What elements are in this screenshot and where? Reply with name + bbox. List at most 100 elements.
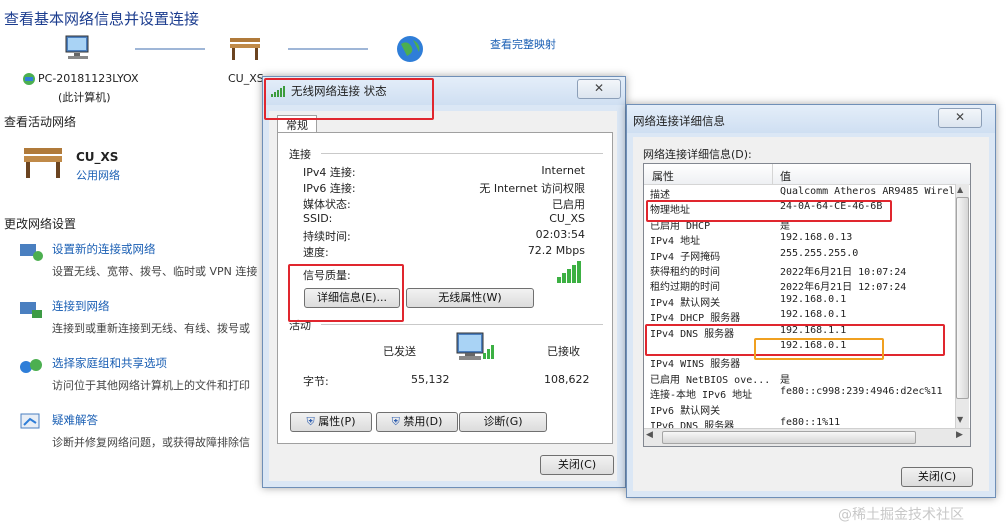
details-highlight-box [288,264,404,322]
detail-property: IPv4 默认网关 [650,297,721,309]
troubleshoot-icon [18,411,44,435]
detail-value: 是 [780,374,790,386]
title-highlight-box [264,78,434,120]
disable-button[interactable]: ⛨ 禁用(D) [376,412,458,432]
internet-globe-icon [395,34,425,64]
mac-address-highlight-box [646,200,892,222]
field-label: 速度: [303,246,329,259]
detail-value: 2022年6月21日 10:07:24 [780,267,907,278]
properties-button[interactable]: ⛨ 属性(P) [290,412,372,432]
field-value: 72.2 Mbps [527,244,585,257]
detail-property: 租约过期的时间 [650,282,720,294]
task-homegroup[interactable]: 选择家庭组和共享选项 [52,355,167,371]
field-value: Internet [541,164,585,177]
detail-value: 192.168.0.13 [780,232,853,244]
signal-strength-icon [557,259,583,283]
properties-label: 属性(P) [318,415,356,428]
bytes-sent: 55,132 [411,373,450,386]
bytes-received: 108,622 [544,373,590,386]
detail-property: 获得租约的时间 [650,267,720,278]
column-divider [772,164,773,184]
details-close-x-button[interactable]: ✕ [938,108,982,128]
shield-icon: ⛨ [391,415,400,428]
field-value: 无 Internet 访问权限 [479,182,585,195]
status-close-button[interactable]: 关闭(C) [540,455,614,475]
detail-property: IPv4 地址 [650,236,701,248]
connection-details-dialog: 网络连接详细信息 ✕ 网络连接详细信息(D): 属性 值 描述 Qualcomm … [626,104,996,498]
horizontal-scroll-thumb[interactable] [662,431,916,444]
computer-icon [62,34,96,62]
setup-connection-icon [18,240,44,264]
vertical-scroll-thumb[interactable] [956,197,969,399]
computer-subtitle: (此计算机) [58,91,111,104]
detail-value: fe80::c998:239:4946:d2ec%11 [780,386,943,398]
detail-property: IPv4 WINS 服务器 [650,359,741,371]
diagnose-button[interactable]: 诊断(G) [459,412,547,432]
active-networks-heading: 查看活动网络 [4,115,77,129]
scroll-right-arrow[interactable]: ▶ [956,430,963,440]
secondary-dns-highlight-box [754,338,884,360]
scroll-left-arrow[interactable]: ◀ [646,430,653,440]
detail-value: 255.255.255.0 [780,247,859,259]
detail-property: 描述 [650,190,670,201]
detail-property: IPv6 默认网关 [650,405,721,417]
shield-icon: ⛨ [306,415,315,428]
map-connector [135,48,205,50]
scroll-down-arrow[interactable]: ▼ [957,415,963,424]
disable-label: 禁用(D) [403,415,443,428]
field-label: IPv6 连接: [303,182,356,195]
field-label: SSID: [303,212,333,225]
detail-property: IPv4 DHCP 服务器 [650,313,741,325]
field-label: 持续时间: [303,230,351,243]
details-close-button[interactable]: 关闭(C) [901,467,973,487]
detail-value: 192.168.0.1 [780,309,847,321]
network-small-icon [22,72,36,86]
field-value: CU_XS [549,212,585,225]
field-label: 媒体状态: [303,198,351,211]
watermark: @稀土掘金技术社区 [838,507,964,523]
change-settings-heading: 更改网络设置 [4,217,77,231]
activity-computer-icon [453,331,497,371]
details-dialog-title: 网络连接详细信息 [633,114,725,128]
task-setup-connection[interactable]: 设置新的连接或网络 [52,241,156,257]
detail-property: IPv4 子网掩码 [650,251,721,263]
network-type-link[interactable]: 公用网络 [76,167,120,183]
sent-label: 已发送 [383,345,416,358]
status-close-x-button[interactable]: ✕ [577,79,621,99]
scroll-up-arrow[interactable]: ▲ [957,185,963,194]
detail-value: 192.168.0.1 [780,293,847,305]
field-label: IPv4 连接: [303,166,356,179]
connection-heading: 连接 [289,148,311,161]
map-network-name: CU_XS [228,72,264,85]
detail-value: Qualcomm Atheros AR9485 Wirele [780,186,961,197]
column-header-property[interactable]: 属性 [652,168,674,184]
bench-icon [228,34,264,62]
list-header [644,164,970,185]
active-network-bench-icon [22,142,66,180]
wireless-properties-button[interactable]: 无线属性(W) [406,288,534,308]
connect-network-icon [18,298,44,322]
bytes-label: 字节: [303,375,329,388]
task-connect-network[interactable]: 连接到网络 [52,298,110,314]
column-header-value[interactable]: 值 [780,168,791,184]
detail-property: 已启用 NetBIOS ove... [650,374,771,386]
field-value: 02:03:54 [535,228,585,241]
computer-name: PC-20181123LYOX [38,72,139,85]
task-troubleshoot-desc: 诊断并修复网络问题，或获得故障排除信 [52,436,250,449]
detail-value: 2022年6月21日 12:07:24 [780,282,907,294]
activity-divider [321,324,603,325]
page-title: 查看基本网络信息并设置连接 [4,10,200,28]
field-value: 已启用 [552,198,585,211]
details-subtitle: 网络连接详细信息(D): [643,148,752,161]
task-homegroup-desc: 访问位于其他网络计算机上的文件和打印 [52,379,250,392]
task-connect-desc: 连接到或重新连接到无线、有线、拨号或 [52,322,250,335]
task-troubleshoot[interactable]: 疑难解答 [52,412,98,428]
homegroup-icon [18,355,44,379]
received-label: 已接收 [547,345,580,358]
detail-property: 连接-本地 IPv6 地址 [650,390,753,402]
active-network-name: CU_XS [76,150,119,164]
map-connector [288,48,368,50]
connection-divider [321,153,603,154]
task-setup-desc: 设置无线、宽带、拨号、临时或 VPN 连接 [52,265,258,278]
view-full-map-link[interactable]: 查看完整映射 [490,36,556,52]
